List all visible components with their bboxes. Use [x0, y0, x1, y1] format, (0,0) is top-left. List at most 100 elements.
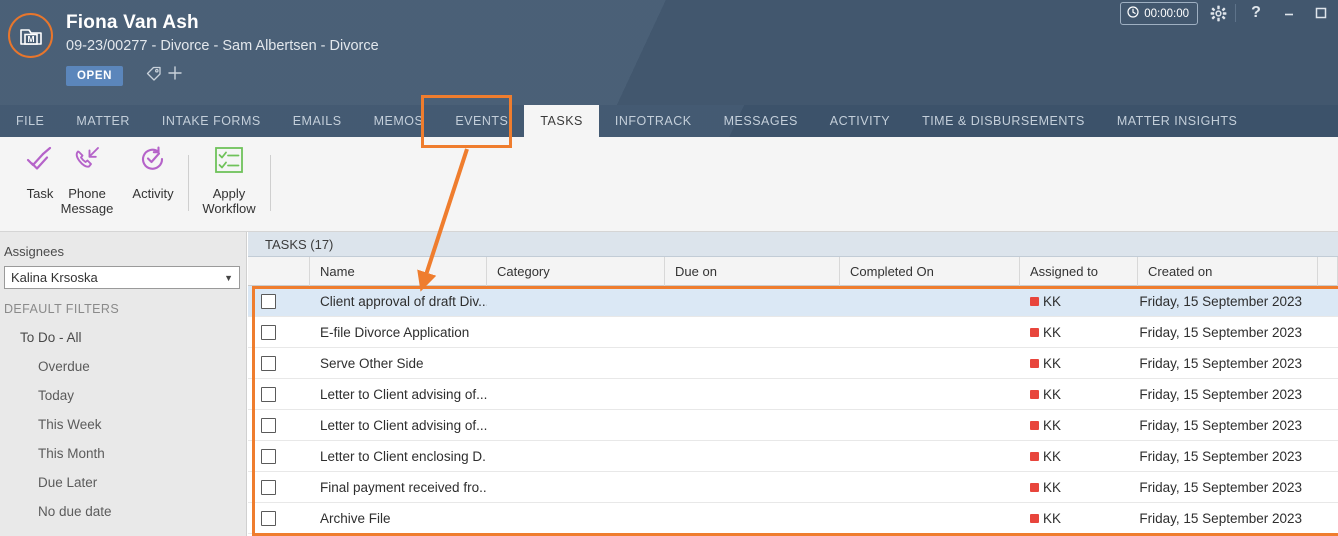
apply-workflow-checklist-icon — [214, 145, 244, 180]
nav-tab-time-disbursements[interactable]: TIME & DISBURSEMENTS — [906, 105, 1101, 137]
cell-category — [487, 286, 665, 316]
nav-tab-messages[interactable]: MESSAGES — [708, 105, 814, 137]
cell-assigned-to: KK — [1020, 317, 1138, 347]
cell-overflow — [1318, 503, 1338, 533]
column-header-due-on[interactable]: Due on — [665, 257, 840, 286]
tasks-panel: TASKS (17) Name Category Due on Completed O… — [248, 232, 1338, 536]
row-select-cell — [248, 348, 310, 378]
task-complete-checkbox[interactable] — [261, 386, 276, 402]
sidebar-filter-no-due-date[interactable]: No due date — [0, 497, 247, 526]
application-window: M Fiona Van Ash 09-23/00277 - Divorce - … — [0, 0, 1338, 536]
header-divider — [1235, 4, 1236, 22]
cell-name: Client approval of draft Div... — [320, 293, 487, 309]
cell-assigned-to: KK — [1020, 503, 1138, 533]
default-filters-heading: DEFAULT FILTERS — [4, 302, 120, 316]
maximize-icon[interactable] — [1310, 2, 1332, 24]
nav-tab-matter-insights[interactable]: MATTER INSIGHTS — [1101, 105, 1253, 137]
task-complete-checkbox[interactable] — [261, 510, 276, 526]
nav-tab-memos[interactable]: MEMOS — [358, 105, 440, 137]
matter-reference: 09-23/00277 - Divorce - Sam Albertsen - … — [66, 38, 379, 54]
table-row[interactable]: Serve Other Side KK Friday, 15 September 2… — [248, 348, 1338, 379]
tag-controls — [145, 64, 184, 87]
plus-icon[interactable] — [166, 64, 184, 87]
matter-folder-icon: M — [8, 13, 53, 58]
assignee-initials: KK — [1043, 324, 1062, 340]
apply-workflow-button[interactable]: Apply Workflow — [189, 145, 269, 225]
cell-created_on: Friday, 15 September 2023 — [1139, 448, 1302, 464]
column-header-blank-7[interactable] — [1318, 257, 1338, 286]
task-complete-checkbox[interactable] — [261, 293, 276, 309]
question-mark-icon[interactable]: ? — [1246, 2, 1266, 24]
nav-tab-events[interactable]: EVENTS — [439, 105, 524, 137]
task-complete-checkbox[interactable] — [261, 417, 276, 433]
assignee-color-swatch — [1030, 420, 1039, 430]
table-row[interactable]: Archive File KK Friday, 15 September 2023 — [248, 503, 1338, 534]
task-complete-checkbox[interactable] — [261, 479, 276, 495]
svg-text:M: M — [27, 34, 34, 44]
nav-tab-matter[interactable]: MATTER — [60, 105, 145, 137]
chevron-down-icon: ▼ — [224, 272, 233, 283]
column-header-category[interactable]: Category — [487, 257, 665, 286]
row-select-cell — [248, 317, 310, 347]
timer-widget[interactable]: 00:00:00 — [1120, 2, 1198, 25]
tag-icon[interactable] — [145, 64, 163, 87]
cell-completed_on — [840, 472, 1020, 502]
nav-tab-file[interactable]: FILE — [0, 105, 60, 137]
column-header-assigned-to[interactable]: Assigned to — [1020, 257, 1138, 286]
ribbon-divider-2 — [270, 155, 271, 211]
cell-category — [487, 348, 665, 378]
task-complete-checkbox[interactable] — [261, 355, 276, 371]
page-title: Fiona Van Ash — [66, 12, 199, 33]
row-select-cell — [248, 441, 310, 471]
nav-tab-intake-forms[interactable]: INTAKE FORMS — [146, 105, 277, 137]
assignee-badge: KK — [1030, 511, 1061, 526]
new-activity-button[interactable]: Activity — [113, 145, 193, 225]
table-row[interactable]: Letter to Client enclosing D... KK Friday,… — [248, 441, 1338, 472]
new-activity-label: Activity — [132, 186, 174, 201]
status-badge[interactable]: OPEN — [66, 66, 123, 86]
assignee-color-swatch — [1030, 358, 1039, 368]
cell-created_on: Friday, 15 September 2023 — [1139, 355, 1302, 371]
cell-created_on: Friday, 15 September 2023 — [1139, 324, 1302, 340]
column-header-name[interactable]: Name — [310, 257, 487, 286]
assignee-badge: KK — [1030, 356, 1061, 371]
sidebar-filter-this-month[interactable]: This Month — [0, 439, 247, 468]
task-complete-checkbox[interactable] — [261, 448, 276, 464]
ribbon-toolbar: Task Phone Message Activity Apply Workfl… — [0, 137, 1338, 232]
assignee-badge: KK — [1030, 449, 1061, 464]
cell-name: Serve Other Side — [320, 355, 424, 371]
cell-overflow — [1318, 286, 1338, 316]
nav-tab-activity[interactable]: ACTIVITY — [814, 105, 906, 137]
sidebar-filter-to-do-all[interactable]: To Do - All — [0, 323, 247, 352]
nav-tab-infotrack[interactable]: INFOTRACK — [599, 105, 708, 137]
assignee-initials: KK — [1043, 417, 1062, 433]
column-header-created-on[interactable]: Created on — [1138, 257, 1318, 286]
minimize-icon[interactable] — [1278, 2, 1300, 24]
assignee-select[interactable]: Kalina Krsoska ▼ — [4, 266, 240, 289]
cell-created_on: Friday, 15 September 2023 — [1139, 479, 1302, 495]
sidebar-filter-today[interactable]: Today — [0, 381, 247, 410]
cell-due_on — [665, 379, 840, 409]
cell-assigned-to: KK — [1020, 348, 1138, 378]
table-row[interactable]: Final payment received fro... KK Friday, 1… — [248, 472, 1338, 503]
column-header-blank-0[interactable] — [248, 257, 310, 286]
task-complete-checkbox[interactable] — [261, 324, 276, 340]
table-row[interactable]: Client approval of draft Div... KK Friday,… — [248, 286, 1338, 317]
table-row[interactable]: Letter to Client advising of... KK Friday,… — [248, 379, 1338, 410]
table-row[interactable]: E-file Divorce Application KK Friday, 15 S… — [248, 317, 1338, 348]
sidebar-filter-overdue[interactable]: Overdue — [0, 352, 247, 381]
nav-tab-tasks[interactable]: TASKS — [524, 105, 599, 137]
sidebar-filter-due-later[interactable]: Due Later — [0, 468, 247, 497]
nav-tab-emails[interactable]: EMAILS — [277, 105, 358, 137]
cell-category — [487, 472, 665, 502]
sidebar-filter-this-week[interactable]: This Week — [0, 410, 247, 439]
cell-category — [487, 379, 665, 409]
cell-due_on — [665, 348, 840, 378]
assignee-initials: KK — [1043, 510, 1062, 526]
cell-name: Letter to Client advising of... — [320, 386, 487, 402]
column-header-completed-on[interactable]: Completed On — [840, 257, 1020, 286]
table-row[interactable]: Letter to Client advising of... KK Friday,… — [248, 410, 1338, 441]
cell-name: E-file Divorce Application — [320, 324, 470, 340]
assignee-badge: KK — [1030, 294, 1061, 309]
gear-icon[interactable] — [1206, 2, 1230, 24]
